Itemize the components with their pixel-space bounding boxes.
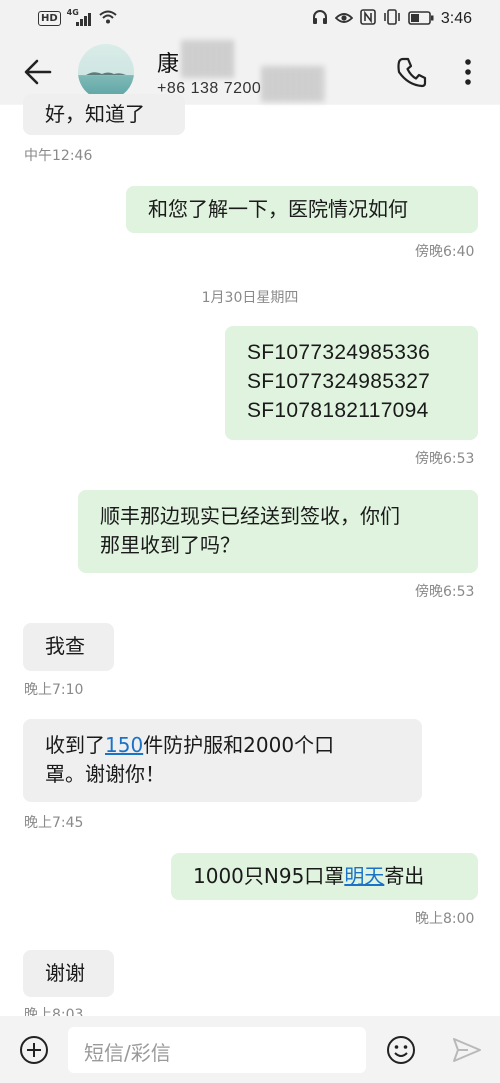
tracking-number: SF1077324985336 <box>247 341 431 364</box>
date-separator: 1月30日星期四 <box>201 290 299 306</box>
tracking-number: SF1077324985327 <box>247 370 431 393</box>
contact-name: 康 <box>157 52 180 77</box>
message-bubble-incoming[interactable]: 我查 <box>23 623 114 671</box>
message-bubble-outgoing[interactable]: 和您了解一下，医院情况如何 <box>126 186 478 233</box>
message-bubble-incoming[interactable]: 谢谢 <box>23 950 114 997</box>
date-link[interactable]: 明天 <box>344 864 384 888</box>
eye-icon <box>334 10 354 29</box>
more-vertical-icon <box>465 59 471 85</box>
message-input-placeholder: 短信/彩信 <box>84 1041 171 1065</box>
4g-signal-icon: 4G <box>67 8 93 27</box>
more-options-button[interactable] <box>456 56 480 88</box>
message-text-line: 顺丰那边现实已经送到签收，你们 <box>100 504 400 528</box>
contact-avatar[interactable] <box>78 44 134 100</box>
message-timestamp: 晚上8:00 <box>415 911 475 927</box>
back-button[interactable] <box>22 56 54 88</box>
message-text-segment: 1000只N95口罩 <box>193 864 345 888</box>
message-timestamp: 晚上7:10 <box>24 682 84 698</box>
clock-time: 3:46 <box>440 10 472 27</box>
message-timestamp: 傍晚6:53 <box>415 584 475 600</box>
arrow-left-icon <box>24 59 52 85</box>
message-bubble-outgoing[interactable]: 1000只N95口罩明天寄出 <box>171 853 478 900</box>
call-button[interactable] <box>394 54 430 90</box>
phone-icon <box>397 57 427 88</box>
message-input[interactable]: 短信/彩信 <box>68 1027 366 1073</box>
composer-bar: 短信/彩信 <box>0 1016 500 1083</box>
status-bar: HD 4G 3:46 <box>0 0 500 38</box>
smiley-icon <box>387 1036 415 1064</box>
message-bubble-incoming[interactable]: 收到了150件防护服和2000个口 罩。谢谢你！ <box>23 719 422 802</box>
message-text: 我查 <box>45 634 85 658</box>
nfc-icon <box>360 9 376 29</box>
send-button[interactable] <box>452 1036 482 1064</box>
headset-icon <box>312 9 328 29</box>
landscape-avatar-icon <box>78 44 134 100</box>
message-bubble-outgoing[interactable]: SF1077324985336 SF1077324985327 SF107818… <box>225 326 478 440</box>
message-text-line: 罩。谢谢你！ <box>45 762 165 786</box>
send-icon <box>453 1038 481 1062</box>
message-text-segment: 件防护服和2000个口 <box>143 733 335 757</box>
message-timestamp: 傍晚6:53 <box>415 451 475 467</box>
number-link[interactable]: 150 <box>105 733 143 757</box>
message-timestamp: 傍晚6:40 <box>415 244 475 260</box>
redacted-number-area <box>262 66 324 102</box>
battery-icon <box>408 10 434 29</box>
message-bubble-outgoing[interactable]: 顺丰那边现实已经送到签收，你们 那里收到了吗？ <box>78 490 478 573</box>
redacted-name-area <box>182 40 234 78</box>
vibrate-icon <box>383 9 401 29</box>
message-timestamp: 晚上7:45 <box>24 815 84 831</box>
message-text-segment: 收到了 <box>45 733 105 757</box>
message-text: 谢谢 <box>45 961 85 985</box>
hd-icon: HD <box>38 11 61 26</box>
plus-circle-icon <box>20 1036 48 1064</box>
wifi-icon <box>99 9 117 28</box>
message-text-segment: 寄出 <box>384 864 425 888</box>
message-text: 和您了解一下，医院情况如何 <box>148 197 408 221</box>
message-text: 好，知道了 <box>45 102 145 126</box>
message-timestamp: 中午12:46 <box>24 148 93 164</box>
message-bubble-incoming[interactable]: 好，知道了 <box>23 94 185 135</box>
message-text-line: 那里收到了吗？ <box>100 533 240 557</box>
emoji-button[interactable] <box>385 1034 417 1066</box>
add-attachment-button[interactable] <box>18 1034 50 1066</box>
tracking-number: SF1078182117094 <box>247 399 429 422</box>
message-text-line: 收到了150件防护服和2000个口 <box>45 731 400 760</box>
